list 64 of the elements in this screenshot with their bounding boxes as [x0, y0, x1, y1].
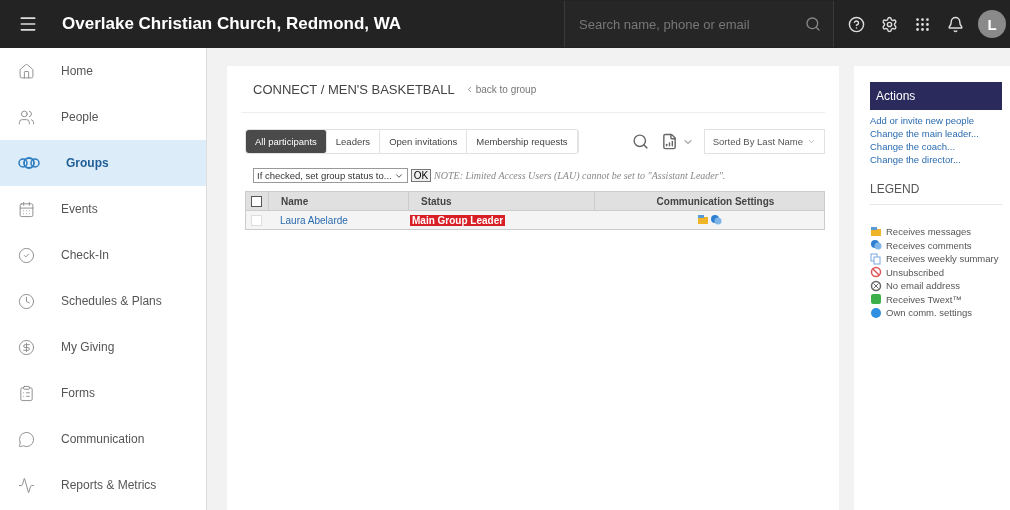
sidebar-item[interactable]: Home [0, 48, 206, 94]
app-grid-icon[interactable] [914, 15, 931, 33]
calendar-icon [18, 200, 35, 218]
sidebar-item[interactable]: My Giving [0, 324, 206, 370]
action-link[interactable]: Change the coach... [870, 140, 1002, 153]
row-checkbox[interactable] [251, 214, 262, 226]
search-input[interactable]: Search name, phone or email [577, 15, 805, 33]
breadcrumb: CONNECT / MEN'S BASKETBALL [253, 81, 455, 97]
legend-label: No email address [886, 279, 960, 293]
legend-label: Receives weekly summary [886, 252, 999, 266]
speech-bubbles-icon [870, 239, 882, 252]
help-icon[interactable] [848, 15, 865, 33]
participant-link[interactable]: Laura Abelarde [268, 214, 408, 226]
search-field[interactable]: Search name, phone or email [564, 1, 834, 47]
search-icon[interactable] [631, 133, 649, 150]
documents-icon [870, 252, 882, 265]
sidebar-item[interactable]: People [0, 94, 206, 140]
ok-button[interactable]: OK [410, 169, 432, 182]
legend-label: Receives Twext™ [886, 292, 962, 306]
speech-bubble-icon [18, 430, 35, 448]
status-label: Main Group Leader [410, 214, 506, 226]
legend-label: Own comm. settings [886, 306, 973, 320]
search-icon[interactable] [805, 16, 821, 32]
action-link[interactable]: Add or invite new people [870, 114, 1002, 127]
menu-icon[interactable] [18, 14, 38, 34]
status-select[interactable]: If checked, set group status to... [253, 168, 408, 183]
circle-icon [870, 306, 882, 319]
line-graph-icon [18, 476, 35, 494]
church-title: Overlake Christian Church, Redmond, WA [62, 14, 403, 34]
crossed-circle-icon [870, 279, 882, 292]
column-header: Communication Settings [594, 192, 824, 210]
clock-icon [18, 292, 35, 310]
note-text: NOTE: Limited Access Users (LAU) cannot be set to "Assistant Leader". [434, 170, 726, 181]
legend-label: Unsubscribed [886, 265, 945, 279]
people-icon [18, 108, 35, 126]
clipboard-icon [18, 384, 35, 402]
dollar-circle-icon [18, 338, 35, 356]
square-icon [870, 293, 882, 306]
sidebar-item[interactable]: Communication [0, 416, 206, 462]
sidebar-item[interactable]: Events [0, 186, 206, 232]
sidebar-item[interactable]: Reports & Metrics [0, 462, 206, 508]
filter-tab[interactable]: All participants [246, 130, 327, 153]
column-header: Name [268, 192, 408, 210]
notification-bell-icon[interactable] [947, 15, 964, 33]
sidebar-item[interactable]: Forms [0, 370, 206, 416]
column-header: Status [408, 192, 594, 210]
no-entry-icon [870, 266, 882, 279]
check-circle-icon [18, 246, 35, 264]
actions-header: Actions [870, 82, 1002, 110]
sort-dropdown[interactable]: Sorted By Last Name [703, 129, 825, 154]
action-link[interactable]: Change the main leader... [870, 127, 1002, 140]
report-document-icon[interactable] [660, 133, 678, 150]
back-link[interactable]: back to group [464, 83, 537, 95]
caret-icon [807, 137, 816, 146]
sidebar-item[interactable]: Check-In [0, 232, 206, 278]
settings-icon[interactable] [881, 15, 898, 33]
legend-heading: LEGEND [870, 182, 1002, 205]
action-link[interactable]: Change the director... [870, 153, 1002, 166]
select-all-checkbox[interactable] [251, 195, 262, 207]
sidebar-item[interactable]: Schedules & Plans [0, 278, 206, 324]
house-icon [18, 62, 35, 80]
sidebar-item[interactable]: Groups [0, 140, 206, 186]
legend-label: Receives comments [886, 238, 972, 252]
legend-label: Receives messages [886, 225, 971, 239]
